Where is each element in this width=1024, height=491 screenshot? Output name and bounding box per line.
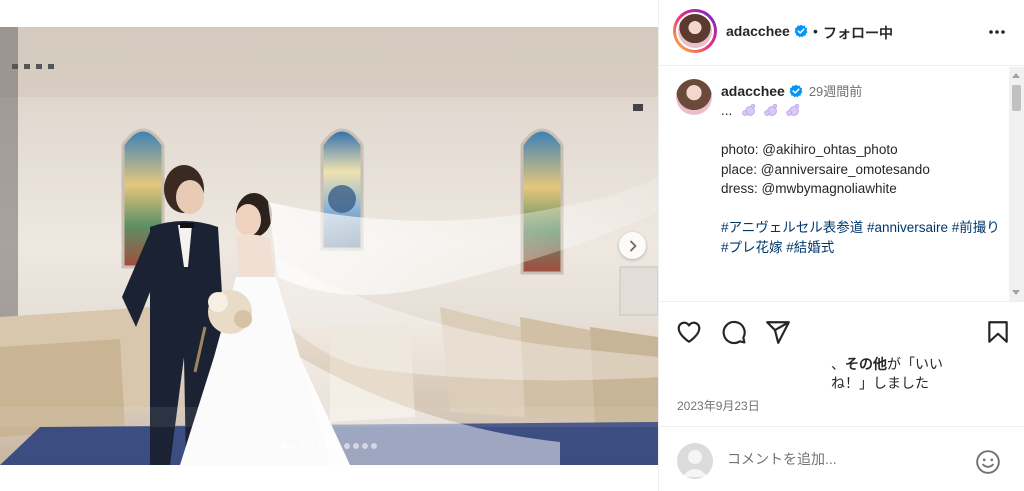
share-icon — [766, 321, 790, 344]
carousel-dot — [281, 443, 287, 449]
avatar[interactable] — [673, 9, 717, 53]
like-button[interactable] — [676, 319, 702, 345]
caption-line: place: @anniversaire_omotesando — [721, 161, 930, 177]
scrollbar-thumb[interactable] — [1012, 85, 1021, 111]
more-horizontal-icon — [989, 30, 1005, 34]
carousel-dot — [308, 443, 314, 449]
caption-area: adacchee 29週間前 ... photo: @akihiro_ohtas… — [659, 67, 1024, 301]
add-comment-bar — [659, 426, 1024, 491]
carousel-dot — [326, 443, 332, 449]
carousel-indicator — [0, 443, 658, 449]
more-options-button[interactable] — [985, 22, 1009, 42]
caption-gap — [721, 199, 1001, 219]
heart-icon — [677, 321, 701, 343]
post-sidebar: adacchee • フォロー中 adacchee 29週間前 ... phot… — [658, 0, 1024, 491]
caption-header: adacchee 29週間前 — [721, 81, 862, 100]
header-separator: • — [813, 23, 818, 39]
save-button[interactable] — [985, 319, 1011, 345]
caption-username[interactable]: adacchee — [721, 83, 785, 99]
caption-text: ... photo: @akihiro_ohtas_photo place: @… — [721, 101, 1001, 257]
bubbles-emoji-icon — [742, 103, 800, 116]
caption-time[interactable]: 29週間前 — [809, 84, 862, 99]
scroll-up-arrow-icon[interactable] — [1012, 73, 1020, 78]
carousel-dot — [317, 443, 323, 449]
comment-button[interactable] — [721, 319, 747, 345]
carousel-dot — [362, 443, 368, 449]
post-photo[interactable] — [0, 27, 658, 465]
carousel-dot — [335, 443, 341, 449]
bookmark-icon — [988, 321, 1008, 343]
caption-scrollbar[interactable] — [1009, 67, 1024, 301]
comment-input[interactable] — [727, 451, 957, 467]
verified-badge-icon — [789, 84, 803, 98]
caption-gap — [721, 121, 1001, 141]
caption-ellipsis: ... — [721, 103, 733, 118]
carousel-dot — [344, 443, 350, 449]
carousel-dot — [353, 443, 359, 449]
caption-avatar[interactable] — [676, 79, 712, 115]
likes-line-1: 、その他が「いいね！」しました — [731, 355, 961, 393]
post-date[interactable]: 2023年9月23日 — [677, 397, 760, 414]
emoji-button[interactable] — [975, 449, 1001, 475]
post-media — [0, 0, 658, 491]
carousel-dot — [290, 443, 296, 449]
current-user-avatar — [677, 443, 713, 479]
verified-badge-icon — [794, 24, 808, 38]
likes-prefix: 、 — [831, 356, 845, 372]
share-button[interactable] — [765, 319, 791, 345]
likes-others[interactable]: その他 — [845, 356, 887, 372]
chevron-right-icon — [629, 240, 636, 251]
carousel-dot — [299, 443, 305, 449]
default-user-icon — [682, 450, 708, 477]
likes-summary[interactable]: 、その他が「いいね！」しました — [731, 355, 981, 393]
carousel-next-button[interactable] — [619, 232, 646, 259]
following-button[interactable]: フォロー中 — [823, 23, 893, 43]
caption-first-line: ... — [721, 101, 1001, 121]
carousel-dot — [371, 443, 377, 449]
caption-line: dress: @mwbymagnoliawhite — [721, 181, 897, 196]
author-username[interactable]: adacchee — [726, 23, 808, 39]
username-text[interactable]: adacchee — [726, 23, 790, 39]
caption-hashtags[interactable]: #アニヴェルセル表参道 #anniversaire #前撮り #プレ花嫁 #結婚… — [721, 218, 1001, 257]
caption-line: photo: @akihiro_ohtas_photo — [721, 142, 898, 157]
emoji-icon — [976, 450, 1000, 474]
wedding-photo — [0, 27, 658, 465]
post-actions: 、その他が「いいね！」しました 2023年9月23日 — [659, 301, 1024, 426]
comment-icon — [722, 320, 746, 345]
scroll-down-arrow-icon[interactable] — [1012, 290, 1020, 295]
post-header: adacchee • フォロー中 — [659, 0, 1024, 66]
